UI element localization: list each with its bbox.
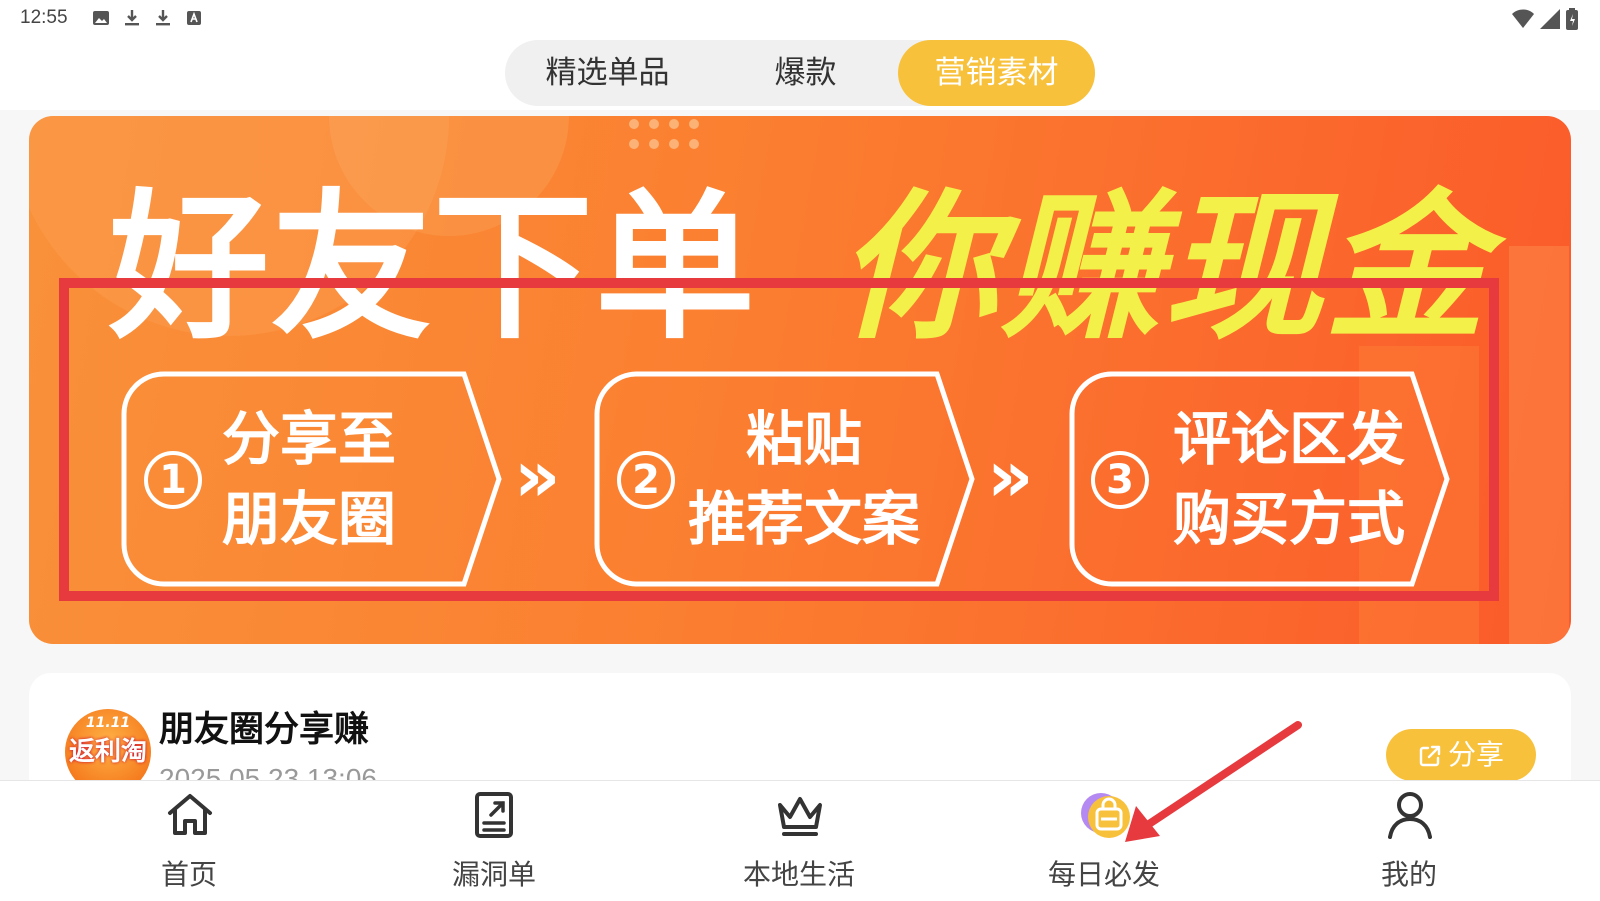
nav-label-profile: 我的	[1380, 858, 1437, 891]
nav-label-home: 首页	[160, 858, 217, 891]
promo-banner[interactable]: 好友下单 你赚现金 1 分享至 朋友圈 » 2 粘贴 推荐文案 » 3 评论区发…	[29, 116, 1571, 644]
tab-marketing-materials[interactable]: 营销素材	[898, 40, 1095, 106]
nav-label-daily-post: 每日必发	[1047, 858, 1160, 891]
wifi-icon	[1512, 9, 1534, 28]
download-icon	[125, 10, 139, 26]
nav-item-home[interactable]: 首页	[99, 781, 279, 901]
user-icon	[1388, 792, 1432, 839]
status-notification-icons	[92, 9, 203, 27]
share-button-label: 分享	[1447, 738, 1504, 771]
top-tab-bar: 精选单品 爆款 营销素材	[0, 38, 1600, 110]
crown-icon	[778, 797, 822, 836]
status-system-icons	[1512, 8, 1578, 30]
bottom-navigation: 首页 漏洞单 本地生活 每日必发 我的	[0, 780, 1600, 901]
status-time: 12:55	[20, 7, 68, 28]
nav-item-local-life[interactable]: 本地生活	[709, 781, 889, 901]
nav-label-loophole: 漏洞单	[451, 858, 536, 891]
battery-icon	[1566, 8, 1578, 30]
banner-headline-left: 好友下单	[109, 174, 758, 361]
image-icon	[93, 11, 109, 25]
download-icon	[156, 10, 170, 26]
nav-label-local-life: 本地生活	[742, 858, 855, 891]
avatar-brand-text: 返利淘	[68, 737, 147, 767]
annotation-highlight-box	[59, 278, 1499, 601]
external-share-icon	[1419, 745, 1441, 767]
document-icon	[475, 792, 513, 838]
home-icon	[168, 794, 212, 835]
nav-item-profile[interactable]: 我的	[1319, 781, 1499, 901]
avatar-badge-text: 11.11	[85, 715, 131, 731]
banner-headline-right: 你赚现金	[839, 174, 1488, 361]
nav-item-daily-post[interactable]: 每日必发	[1014, 781, 1194, 901]
segmented-control: 精选单品 爆款 营销素材	[505, 40, 1095, 106]
bag-icon	[1081, 793, 1130, 838]
app-a-icon	[187, 11, 201, 25]
tab-featured-items[interactable]: 精选单品	[525, 40, 690, 106]
share-button[interactable]: 分享	[1386, 729, 1536, 781]
signal-icon	[1540, 9, 1560, 29]
post-title: 朋友圈分享赚	[159, 710, 370, 750]
status-bar: 12:55	[0, 0, 1600, 38]
tab-hot-items[interactable]: 爆款	[723, 40, 888, 106]
nav-item-loophole[interactable]: 漏洞单	[404, 781, 584, 901]
